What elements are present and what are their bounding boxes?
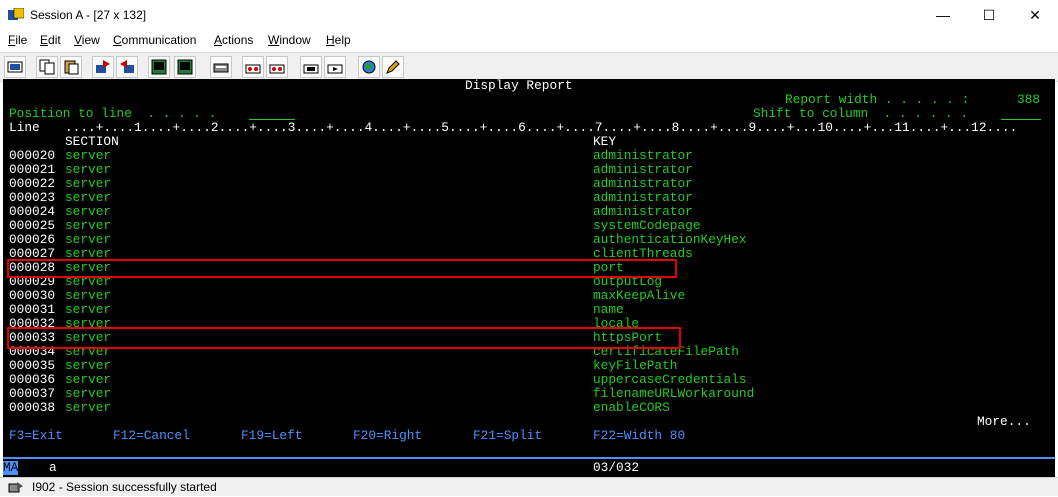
row-key: name	[593, 302, 624, 317]
operator-info-area: MA a 03/032	[3, 457, 1055, 479]
row-line-number: 000037	[9, 386, 56, 401]
row-key: administrator	[593, 176, 693, 191]
row-line-number: 000031	[9, 302, 56, 317]
maximize-button[interactable]: ☐	[966, 0, 1012, 31]
row-line-number: 000035	[9, 358, 56, 373]
fkey-left[interactable]: F19=Left	[241, 429, 302, 443]
terminal-screen[interactable]: Display Report Position to line . . . . …	[3, 79, 1055, 457]
row-key: administrator	[593, 204, 693, 219]
row-key: administrator	[593, 162, 693, 177]
row-section: server	[65, 302, 112, 317]
display2-icon[interactable]	[174, 56, 196, 78]
line-label: Line	[9, 120, 40, 135]
menu-bar: File Edit View Communication Actions Win…	[0, 31, 1058, 51]
title-bar: Session A - [27 x 132] — ☐ ✕	[0, 0, 1058, 31]
row-section: server	[65, 148, 112, 163]
keyboard-icon[interactable]	[210, 56, 232, 78]
window-title: Session A - [27 x 132]	[30, 8, 147, 22]
position-to-line-input[interactable]	[249, 107, 295, 120]
report-width-value: 388	[1017, 92, 1041, 107]
globe-icon[interactable]	[358, 56, 380, 78]
oia-mode: MA	[3, 460, 19, 475]
report-width-label: Report width . . . . . :	[785, 92, 970, 107]
print-screen-icon[interactable]	[4, 56, 26, 78]
row-key: enableCORS	[593, 400, 670, 415]
column-header-section: SECTION	[65, 134, 119, 149]
cursor-position: 03/032	[593, 460, 640, 475]
row-section: server	[65, 162, 112, 177]
fkey-right[interactable]: F20=Right	[353, 429, 422, 443]
row-key: authenticationKeyHex	[593, 232, 747, 247]
column-ruler: ....+....1....+....2....+....3....+....4…	[65, 120, 1018, 135]
paste-icon[interactable]	[60, 56, 82, 78]
row-line-number: 000036	[9, 372, 56, 387]
row-key: administrator	[593, 190, 693, 205]
menu-help[interactable]: Help	[326, 33, 351, 47]
row-section: server	[65, 190, 112, 205]
highlight-box-port	[7, 259, 677, 278]
macro-run-icon[interactable]	[324, 56, 346, 78]
close-button[interactable]: ✕	[1012, 0, 1058, 31]
row-line-number: 000030	[9, 288, 56, 303]
menu-communication[interactable]: Communication	[113, 33, 196, 47]
menu-window[interactable]: Window	[268, 33, 311, 47]
shift-to-column-label: Shift to column . . . . . .	[753, 106, 969, 121]
column-header-key: KEY	[593, 134, 617, 149]
more-indicator: More...	[977, 414, 1031, 429]
row-line-number: 000025	[9, 218, 56, 233]
fkey-split[interactable]: F21=Split	[473, 429, 542, 443]
row-section: server	[65, 176, 112, 191]
status-bar: I902 - Session successfully started	[0, 477, 1058, 496]
row-section: server	[65, 204, 112, 219]
screen-title: Display Report	[465, 79, 573, 93]
row-line-number: 000020	[9, 148, 56, 163]
row-section: server	[65, 218, 112, 233]
edit-icon[interactable]	[382, 56, 404, 78]
menu-edit[interactable]: Edit	[40, 33, 61, 47]
row-line-number: 000021	[9, 162, 56, 177]
row-key: filenameURLWorkaround	[593, 386, 755, 401]
row-line-number: 000022	[9, 176, 56, 191]
macro-play-icon[interactable]	[266, 56, 288, 78]
minimize-button[interactable]: —	[920, 0, 966, 31]
fkey-width-80[interactable]: F22=Width 80	[593, 429, 685, 443]
row-key: keyFilePath	[593, 358, 678, 373]
menu-view[interactable]: View	[74, 33, 100, 47]
position-to-line-label: Position to line . . . . .	[9, 106, 217, 121]
send-file-icon[interactable]	[92, 56, 114, 78]
row-line-number: 000023	[9, 190, 56, 205]
highlight-box-httpsport	[7, 327, 681, 349]
row-line-number: 000038	[9, 400, 56, 415]
copy-icon[interactable]	[36, 56, 58, 78]
row-section: server	[65, 232, 112, 247]
row-section: server	[65, 288, 112, 303]
session-status-icon	[8, 480, 24, 497]
display-icon[interactable]	[148, 56, 170, 78]
app-icon	[8, 7, 25, 22]
row-key: systemCodepage	[593, 218, 701, 233]
row-key: maxKeepAlive	[593, 288, 686, 303]
macro-stop-icon[interactable]	[300, 56, 322, 78]
menu-file[interactable]: File	[8, 33, 27, 47]
row-key: uppercaseCredentials	[593, 372, 747, 387]
status-message: I902 - Session successfully started	[32, 480, 217, 494]
oia-indicator: a	[49, 460, 57, 475]
row-section: server	[65, 372, 112, 387]
macro-record-icon[interactable]	[242, 56, 264, 78]
row-key: administrator	[593, 148, 693, 163]
row-line-number: 000024	[9, 204, 56, 219]
receive-file-icon[interactable]	[116, 56, 138, 78]
fkey-exit[interactable]: F3=Exit	[9, 429, 63, 443]
shift-to-column-input[interactable]	[1001, 107, 1041, 120]
menu-actions[interactable]: Actions	[214, 33, 253, 47]
row-section: server	[65, 400, 112, 415]
fkey-cancel[interactable]: F12=Cancel	[113, 429, 190, 443]
toolbar	[0, 52, 1058, 82]
row-section: server	[65, 386, 112, 401]
row-section: server	[65, 358, 112, 373]
row-line-number: 000026	[9, 232, 56, 247]
